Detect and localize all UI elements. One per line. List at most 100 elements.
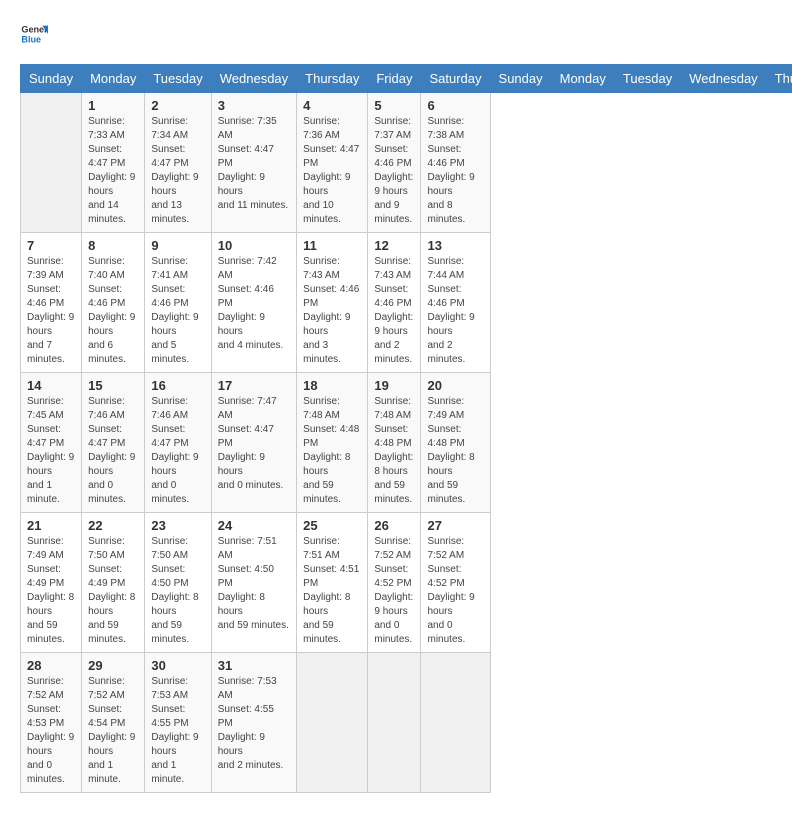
header-day-monday: Monday bbox=[551, 65, 614, 93]
day-info: Sunrise: 7:48 AM Sunset: 4:48 PM Dayligh… bbox=[303, 395, 361, 507]
day-number: 18 bbox=[303, 378, 361, 393]
calendar-cell: 4 Sunrise: 7:36 AM Sunset: 4:47 PM Daylig… bbox=[297, 93, 368, 233]
day-info: Sunrise: 7:51 AM Sunset: 4:51 PM Dayligh… bbox=[303, 535, 361, 647]
day-info: Sunrise: 7:37 AM Sunset: 4:46 PM Dayligh… bbox=[374, 115, 414, 227]
day-info: Sunrise: 7:44 AM Sunset: 4:46 PM Dayligh… bbox=[427, 255, 483, 367]
calendar-cell: 29Sunrise: 7:52 AM Sunset: 4:54 PM Dayli… bbox=[82, 653, 145, 793]
day-number: 1 bbox=[88, 98, 138, 113]
day-number: 12 bbox=[374, 238, 414, 253]
day-info: Sunrise: 7:52 AM Sunset: 4:52 PM Dayligh… bbox=[427, 535, 483, 647]
calendar-cell: 10 Sunrise: 7:42 AM Sunset: 4:46 PM Dayli… bbox=[211, 233, 296, 373]
header-day-sunday: Sunday bbox=[490, 65, 551, 93]
day-info: Sunrise: 7:33 AM Sunset: 4:47 PM Dayligh… bbox=[88, 115, 138, 227]
day-info: Sunrise: 7:53 AM Sunset: 4:55 PM Dayligh… bbox=[218, 675, 290, 773]
calendar-header-row: SundayMondayTuesdayWednesdayThursdayFrid… bbox=[21, 65, 792, 93]
day-number: 31 bbox=[218, 658, 290, 673]
calendar-cell: 8Sunrise: 7:40 AM Sunset: 4:46 PM Daylig… bbox=[82, 233, 145, 373]
calendar-cell: 20Sunrise: 7:49 AM Sunset: 4:48 PM Dayli… bbox=[421, 373, 490, 513]
day-number: 11 bbox=[303, 238, 361, 253]
calendar-cell: 3 Sunrise: 7:35 AM Sunset: 4:47 PM Daylig… bbox=[211, 93, 296, 233]
day-number: 8 bbox=[88, 238, 138, 253]
day-info: Sunrise: 7:52 AM Sunset: 4:52 PM Dayligh… bbox=[374, 535, 414, 647]
day-info: Sunrise: 7:49 AM Sunset: 4:49 PM Dayligh… bbox=[27, 535, 75, 647]
calendar-cell: 9Sunrise: 7:41 AM Sunset: 4:46 PM Daylig… bbox=[145, 233, 211, 373]
calendar-cell: 24Sunrise: 7:51 AM Sunset: 4:50 PM Dayli… bbox=[211, 513, 296, 653]
day-number: 27 bbox=[427, 518, 483, 533]
header-day-thursday: Thursday bbox=[297, 65, 368, 93]
calendar-cell bbox=[368, 653, 421, 793]
day-number: 21 bbox=[27, 518, 75, 533]
calendar-cell bbox=[21, 93, 82, 233]
day-info: Sunrise: 7:38 AM Sunset: 4:46 PM Dayligh… bbox=[427, 115, 483, 227]
calendar-cell: 14Sunrise: 7:45 AM Sunset: 4:47 PM Dayli… bbox=[21, 373, 82, 513]
day-number: 6 bbox=[427, 98, 483, 113]
day-number: 10 bbox=[218, 238, 290, 253]
day-info: Sunrise: 7:34 AM Sunset: 4:47 PM Dayligh… bbox=[151, 115, 204, 227]
header-day-friday: Friday bbox=[368, 65, 421, 93]
header-day-thursday: Thursday bbox=[766, 65, 792, 93]
day-info: Sunrise: 7:42 AM Sunset: 4:46 PM Dayligh… bbox=[218, 255, 290, 353]
header-day-sunday: Sunday bbox=[21, 65, 82, 93]
day-info: Sunrise: 7:48 AM Sunset: 4:48 PM Dayligh… bbox=[374, 395, 414, 507]
calendar-week-3: 14Sunrise: 7:45 AM Sunset: 4:47 PM Dayli… bbox=[21, 373, 792, 513]
day-info: Sunrise: 7:51 AM Sunset: 4:50 PM Dayligh… bbox=[218, 535, 290, 633]
day-number: 17 bbox=[218, 378, 290, 393]
day-info: Sunrise: 7:52 AM Sunset: 4:53 PM Dayligh… bbox=[27, 675, 75, 787]
calendar-cell bbox=[421, 653, 490, 793]
day-info: Sunrise: 7:52 AM Sunset: 4:54 PM Dayligh… bbox=[88, 675, 138, 787]
calendar-week-2: 7Sunrise: 7:39 AM Sunset: 4:46 PM Daylig… bbox=[21, 233, 792, 373]
calendar-cell bbox=[297, 653, 368, 793]
calendar-cell: 12 Sunrise: 7:43 AM Sunset: 4:46 PM Dayli… bbox=[368, 233, 421, 373]
day-number: 5 bbox=[374, 98, 414, 113]
calendar-cell: 31 Sunrise: 7:53 AM Sunset: 4:55 PM Dayli… bbox=[211, 653, 296, 793]
day-number: 22 bbox=[88, 518, 138, 533]
day-number: 16 bbox=[151, 378, 204, 393]
calendar-cell: 26 Sunrise: 7:52 AM Sunset: 4:52 PM Dayli… bbox=[368, 513, 421, 653]
calendar-cell: 1 Sunrise: 7:33 AM Sunset: 4:47 PM Daylig… bbox=[82, 93, 145, 233]
day-info: Sunrise: 7:50 AM Sunset: 4:50 PM Dayligh… bbox=[151, 535, 204, 647]
day-number: 14 bbox=[27, 378, 75, 393]
day-info: Sunrise: 7:46 AM Sunset: 4:47 PM Dayligh… bbox=[88, 395, 138, 507]
day-info: Sunrise: 7:50 AM Sunset: 4:49 PM Dayligh… bbox=[88, 535, 138, 647]
calendar-cell: 16Sunrise: 7:46 AM Sunset: 4:47 PM Dayli… bbox=[145, 373, 211, 513]
day-info: Sunrise: 7:43 AM Sunset: 4:46 PM Dayligh… bbox=[303, 255, 361, 367]
day-number: 9 bbox=[151, 238, 204, 253]
day-number: 30 bbox=[151, 658, 204, 673]
calendar-cell: 19 Sunrise: 7:48 AM Sunset: 4:48 PM Dayli… bbox=[368, 373, 421, 513]
calendar-cell: 6 Sunrise: 7:38 AM Sunset: 4:46 PM Daylig… bbox=[421, 93, 490, 233]
header-day-tuesday: Tuesday bbox=[614, 65, 680, 93]
calendar-week-4: 21 Sunrise: 7:49 AM Sunset: 4:49 PM Dayli… bbox=[21, 513, 792, 653]
day-number: 25 bbox=[303, 518, 361, 533]
day-info: Sunrise: 7:53 AM Sunset: 4:55 PM Dayligh… bbox=[151, 675, 204, 787]
day-info: Sunrise: 7:49 AM Sunset: 4:48 PM Dayligh… bbox=[427, 395, 483, 507]
calendar-cell: 18 Sunrise: 7:48 AM Sunset: 4:48 PM Dayli… bbox=[297, 373, 368, 513]
calendar-cell: 21 Sunrise: 7:49 AM Sunset: 4:49 PM Dayli… bbox=[21, 513, 82, 653]
calendar-cell: 28Sunrise: 7:52 AM Sunset: 4:53 PM Dayli… bbox=[21, 653, 82, 793]
header-day-wednesday: Wednesday bbox=[211, 65, 296, 93]
calendar-cell: 23Sunrise: 7:50 AM Sunset: 4:50 PM Dayli… bbox=[145, 513, 211, 653]
calendar-cell: 7Sunrise: 7:39 AM Sunset: 4:46 PM Daylig… bbox=[21, 233, 82, 373]
svg-text:Blue: Blue bbox=[21, 34, 41, 44]
logo: General Blue bbox=[20, 20, 48, 48]
day-info: Sunrise: 7:36 AM Sunset: 4:47 PM Dayligh… bbox=[303, 115, 361, 227]
logo-icon: General Blue bbox=[20, 20, 48, 48]
day-info: Sunrise: 7:43 AM Sunset: 4:46 PM Dayligh… bbox=[374, 255, 414, 367]
calendar-cell: 17 Sunrise: 7:47 AM Sunset: 4:47 PM Dayli… bbox=[211, 373, 296, 513]
day-number: 2 bbox=[151, 98, 204, 113]
day-number: 13 bbox=[427, 238, 483, 253]
calendar-table: SundayMondayTuesdayWednesdayThursdayFrid… bbox=[20, 64, 792, 793]
header-day-saturday: Saturday bbox=[421, 65, 490, 93]
calendar-week-5: 28Sunrise: 7:52 AM Sunset: 4:53 PM Dayli… bbox=[21, 653, 792, 793]
day-number: 26 bbox=[374, 518, 414, 533]
day-number: 19 bbox=[374, 378, 414, 393]
calendar-cell: 27 Sunrise: 7:52 AM Sunset: 4:52 PM Dayli… bbox=[421, 513, 490, 653]
calendar-cell: 11 Sunrise: 7:43 AM Sunset: 4:46 PM Dayli… bbox=[297, 233, 368, 373]
day-info: Sunrise: 7:47 AM Sunset: 4:47 PM Dayligh… bbox=[218, 395, 290, 493]
day-number: 3 bbox=[218, 98, 290, 113]
day-info: Sunrise: 7:35 AM Sunset: 4:47 PM Dayligh… bbox=[218, 115, 290, 213]
day-number: 4 bbox=[303, 98, 361, 113]
calendar-cell: 15Sunrise: 7:46 AM Sunset: 4:47 PM Dayli… bbox=[82, 373, 145, 513]
calendar-cell: 2 Sunrise: 7:34 AM Sunset: 4:47 PM Daylig… bbox=[145, 93, 211, 233]
calendar-cell: 25 Sunrise: 7:51 AM Sunset: 4:51 PM Dayli… bbox=[297, 513, 368, 653]
day-info: Sunrise: 7:39 AM Sunset: 4:46 PM Dayligh… bbox=[27, 255, 75, 367]
